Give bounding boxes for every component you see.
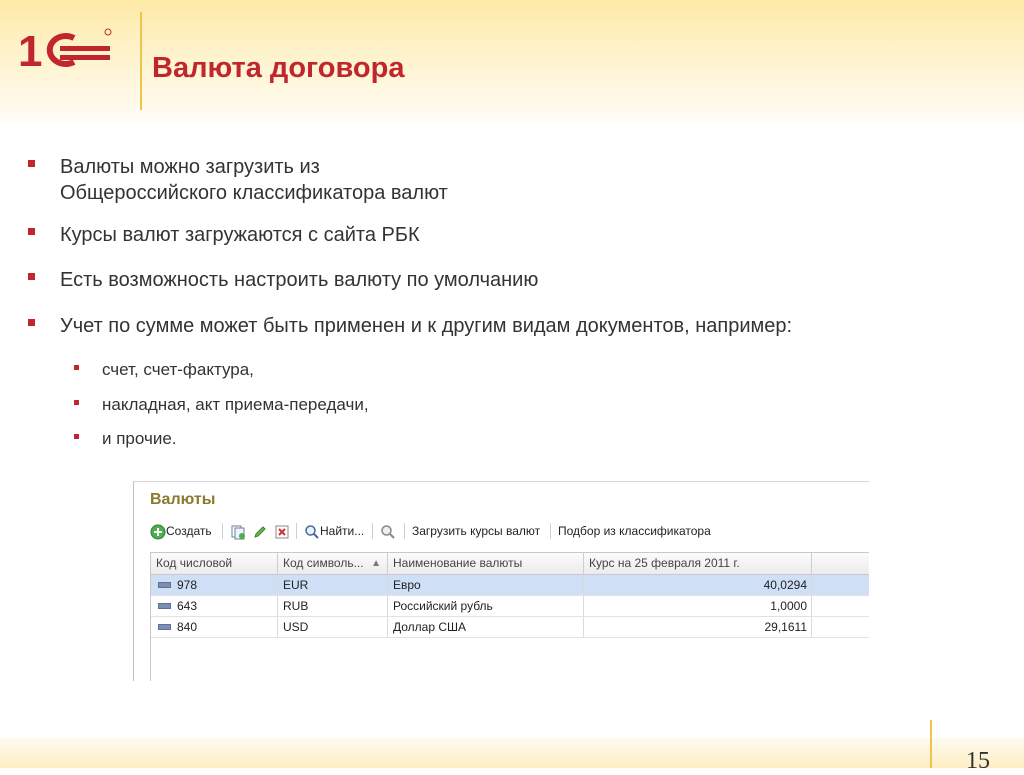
toolbar-divider (296, 523, 297, 539)
slide-title: Валюта договора (152, 52, 405, 84)
bullet-marker (28, 160, 35, 167)
column-header-label: Код символь... (283, 556, 364, 570)
page-number: 15 (966, 748, 990, 774)
delete-icon (275, 525, 289, 539)
table-row[interactable]: 840 USD Доллар США 29,1611 (151, 617, 869, 638)
create-button[interactable]: Создать (150, 520, 212, 542)
item-icon (158, 581, 171, 588)
find-button[interactable]: Найти... (304, 520, 364, 542)
sort-icon: ▲ (371, 558, 381, 569)
currencies-table: Код числовой Код символь... ▲ Наименован… (150, 552, 869, 681)
item-icon (158, 623, 171, 630)
cell-sym-code: USD (278, 617, 388, 637)
column-header-rate[interactable]: Курс на 25 февраля 2011 г. (584, 553, 812, 574)
bullet-text: Есть возможность настроить валюту по умо… (60, 269, 539, 291)
sub-bullet-marker (74, 400, 79, 405)
cell-text: 643 (177, 599, 198, 613)
cell-text: 978 (177, 578, 198, 592)
toolbar-divider (550, 523, 551, 539)
table-header: Код числовой Код символь... ▲ Наименован… (151, 553, 869, 575)
cell-rate: 29,1611 (584, 617, 812, 637)
cell-num-code: 840 (151, 617, 278, 637)
window-title: Валюты (150, 491, 216, 508)
bullet-text: Валюты можно загрузить из Общероссийског… (60, 154, 448, 206)
cell-rate: 40,0294 (584, 575, 812, 595)
cell-num-code: 978 (151, 575, 278, 595)
item-icon (158, 602, 171, 609)
toolbar-divider (404, 523, 405, 539)
cell-sym-code: RUB (278, 596, 388, 616)
clear-search-icon (381, 525, 395, 539)
bullet-marker (28, 273, 35, 280)
delete-button[interactable] (274, 520, 290, 542)
find-button-label: Найти... (320, 524, 365, 538)
header-divider (140, 12, 142, 110)
search-icon (305, 525, 319, 539)
cell-sym-code: EUR (278, 575, 388, 595)
column-header-num-code[interactable]: Код числовой (151, 553, 278, 574)
slide-footer (0, 738, 1024, 768)
cell-num-code: 643 (151, 596, 278, 616)
toolbar-divider (372, 523, 373, 539)
edit-button[interactable] (252, 520, 268, 542)
toolbar-divider (222, 523, 223, 539)
load-rates-button[interactable]: Загрузить курсы валют (412, 520, 540, 542)
1c-logo-icon: 1 (18, 27, 112, 74)
cell-name: Российский рубль (388, 596, 584, 616)
cell-name: Евро (388, 575, 584, 595)
bullet-marker (28, 319, 35, 326)
table-row[interactable]: 643 RUB Российский рубль 1,0000 (151, 596, 869, 617)
create-button-label: Создать (166, 524, 212, 538)
sub-bullet-marker (74, 434, 79, 439)
pick-from-classifier-button[interactable]: Подбор из классификатора (558, 520, 711, 542)
currencies-window: Валюты Создать Найти... Загрузить курсы … (133, 481, 869, 681)
copy-icon (231, 525, 245, 540)
copy-button[interactable] (230, 520, 246, 542)
table-row[interactable]: 978 EUR Евро 40,0294 (151, 575, 869, 596)
bullet-text: Учет по сумме может быть применен и к др… (60, 315, 793, 337)
svg-text:1: 1 (18, 27, 42, 74)
plus-circle-icon (150, 524, 166, 540)
bullet-text: Курсы валют загружаются с сайта РБК (60, 224, 420, 246)
bullet-text-line: Общероссийского классификатора валют (60, 182, 448, 204)
sub-bullet-text: накладная, акт приема-передачи, (102, 395, 369, 414)
footer-divider (930, 720, 932, 768)
bullet-text-line: Валюты можно загрузить из (60, 156, 320, 178)
column-header-name[interactable]: Наименование валюты (388, 553, 584, 574)
bullet-marker (28, 228, 35, 235)
cell-name: Доллар США (388, 617, 584, 637)
sub-bullet-text: и прочие. (102, 429, 177, 448)
toolbar: Создать Найти... Загрузить курсы валют П… (150, 520, 869, 542)
clear-search-button[interactable] (380, 520, 396, 542)
sub-bullet-marker (74, 365, 79, 370)
cell-text: 840 (177, 620, 198, 634)
edit-icon (254, 526, 266, 538)
column-header-sym-code[interactable]: Код символь... ▲ (278, 553, 388, 574)
sub-bullet-text: счет, счет-фактура, (102, 360, 254, 379)
cell-rate: 1,0000 (584, 596, 812, 616)
